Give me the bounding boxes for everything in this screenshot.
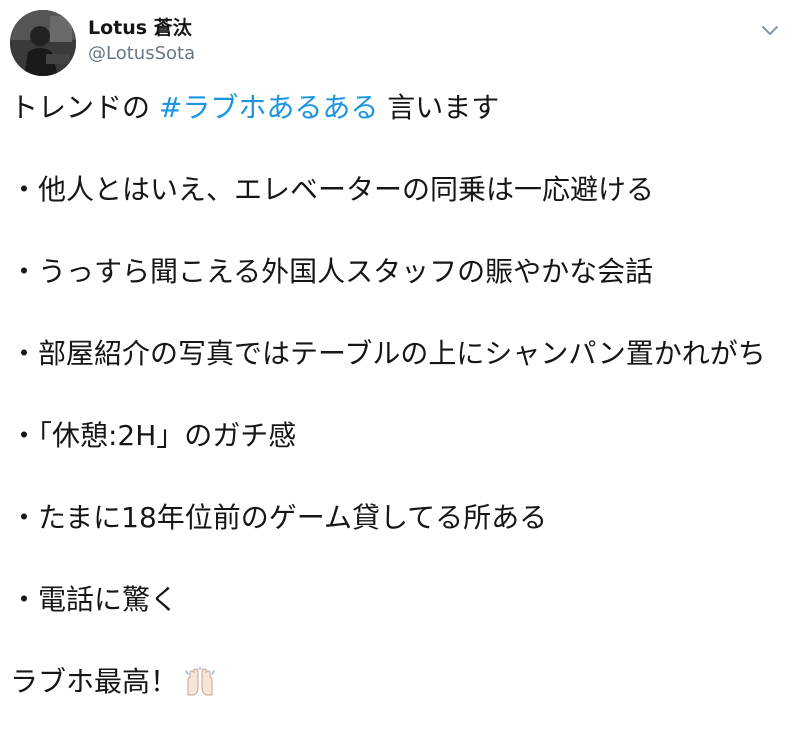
tweet-closing: ラブホ最高！ [10,664,780,706]
list-item: ・たまに18年位前のゲーム貸してる所ある [10,501,548,534]
tweet-text: トレンドの #ラブホあるある 言います ・他人とはいえ、エレベーターの同乗は一応… [10,90,780,706]
tweet-intro: トレンドの #ラブホあるある 言います [10,90,780,126]
hashtag-link[interactable]: #ラブホあるある [159,91,378,124]
intro-suffix: 言います [378,91,500,124]
tweet-header: Lotus 蒼汰 @LotusSota [10,10,790,76]
closing-text: ラブホ最高！ [10,665,179,698]
list-item: ・うっすら聞こえる外国人スタッフの賑やかな会話 [10,255,654,288]
display-name[interactable]: Lotus 蒼汰 [88,16,195,40]
list-item: ・他人とはいえ、エレベーターの同乗は一応避ける [10,173,655,206]
avatar[interactable] [10,10,76,76]
user-info: Lotus 蒼汰 @LotusSota [88,16,195,66]
user-handle[interactable]: @LotusSota [88,42,195,66]
chevron-down-icon[interactable] [758,18,782,42]
avatar-image [10,10,76,76]
list-item: ・「休憩:2H」のガチ感 [10,419,297,452]
intro-prefix: トレンドの [10,91,159,124]
raising-hands-emoji-icon [184,666,216,706]
tweet-card: Lotus 蒼汰 @LotusSota トレンドの #ラブホあるある 言います … [0,0,800,751]
list-item: ・電話に驚く [10,583,179,616]
list-item: ・部屋紹介の写真ではテーブルの上にシャンパン置かれがち [10,337,766,370]
